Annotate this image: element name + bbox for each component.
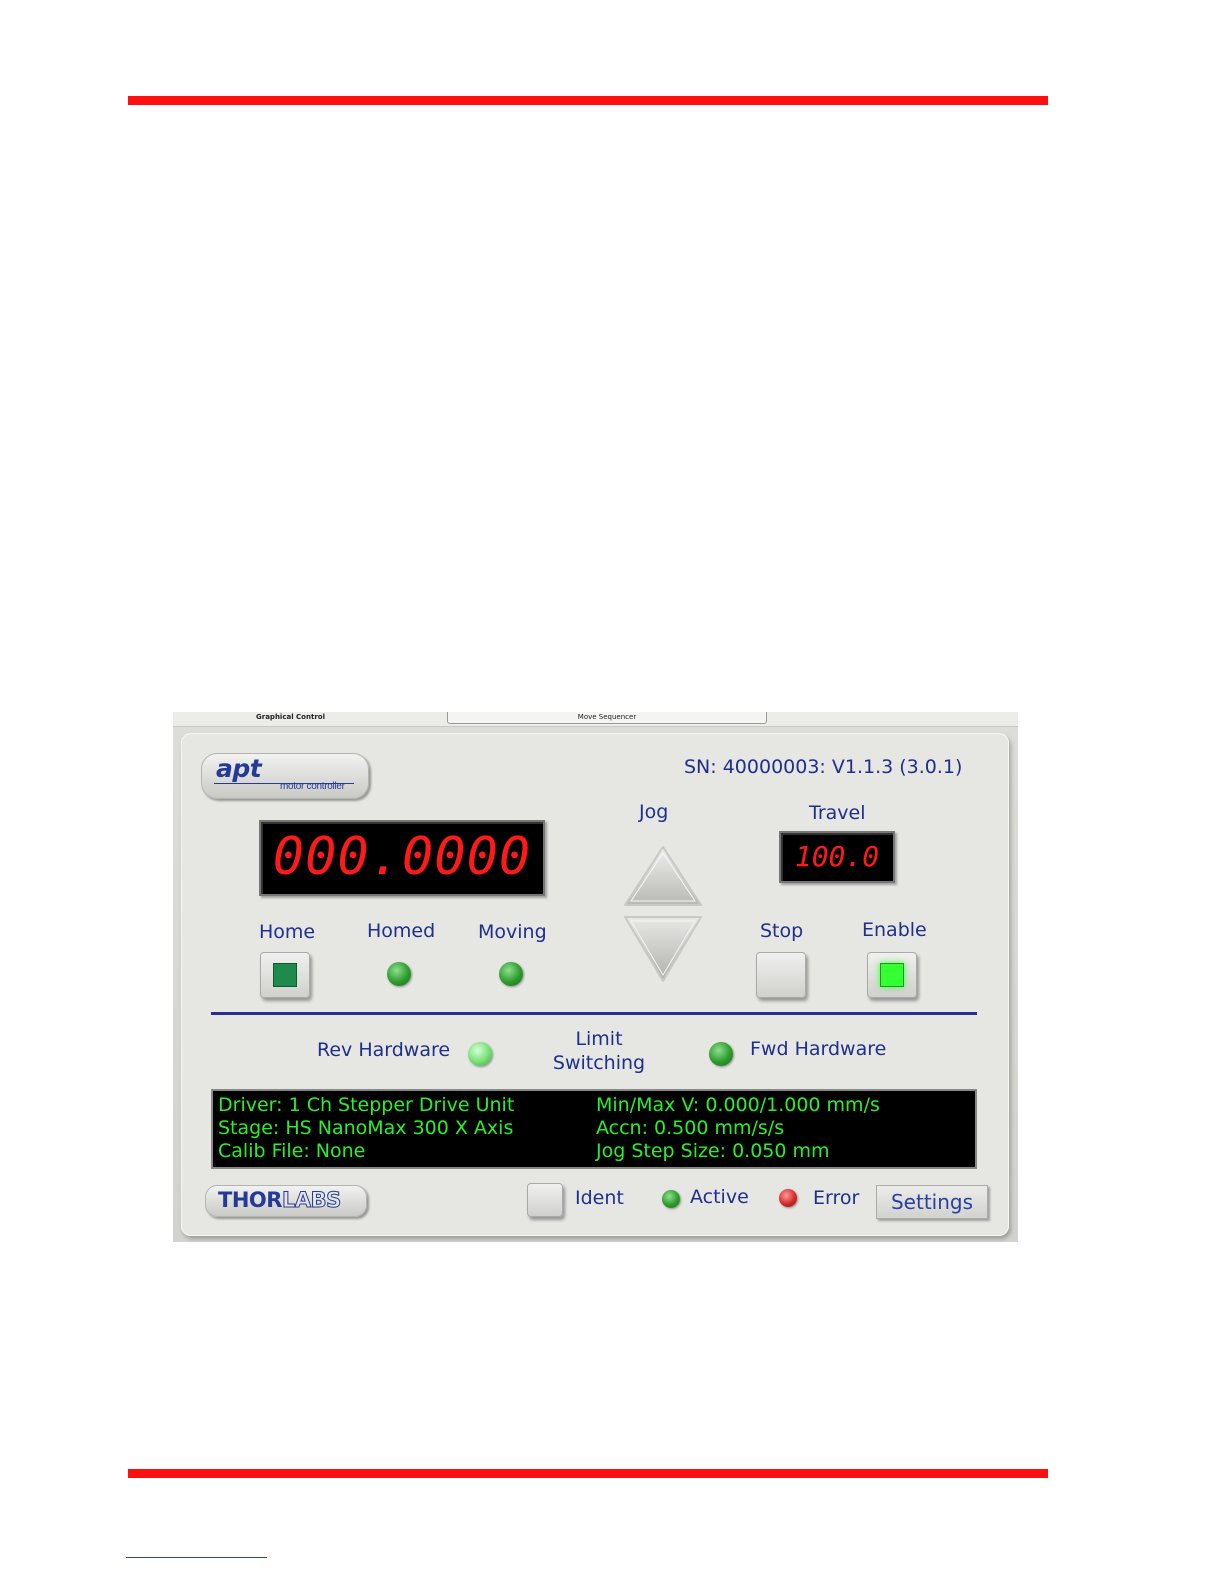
rev-hardware-led	[468, 1042, 492, 1066]
homed-label: Homed	[367, 920, 436, 942]
stop-button[interactable]	[756, 952, 806, 998]
driver-info: Driver: 1 Ch Stepper Drive Unit	[218, 1094, 515, 1116]
travel-display: 100.0	[779, 831, 895, 883]
home-label: Home	[259, 921, 316, 943]
error-led	[779, 1189, 797, 1207]
bottom-red-rule	[128, 1469, 1048, 1478]
tab-move-sequencer[interactable]: Move Sequencer	[447, 712, 767, 724]
panel-inner: apt motor controller SN: 40000003: V1.1.…	[181, 733, 1009, 1236]
thorlabs-logo-labs: LABS	[281, 1188, 341, 1213]
section-divider	[211, 1012, 977, 1015]
active-label: Active	[690, 1186, 749, 1208]
active-led	[662, 1190, 680, 1208]
top-red-rule	[128, 96, 1048, 105]
thorlabs-logo-thor: THOR	[218, 1188, 282, 1212]
home-button[interactable]	[260, 952, 310, 998]
home-indicator	[273, 963, 297, 987]
stop-label: Stop	[760, 920, 804, 942]
serial-number: SN: 40000003: V1.1.3 (3.0.1)	[684, 756, 963, 778]
limit-switching-line1: Limit	[575, 1028, 623, 1050]
tab-graphical-control[interactable]: Graphical Control	[173, 712, 408, 723]
settings-button[interactable]: Settings	[876, 1185, 988, 1219]
thorlabs-logo-text: THORLABS	[218, 1188, 342, 1213]
moving-label: Moving	[478, 921, 547, 943]
limit-switching-line2: Switching	[552, 1052, 646, 1074]
stage-info-display: Driver: 1 Ch Stepper Drive Unit Stage: H…	[211, 1089, 977, 1169]
info-left-column: Driver: 1 Ch Stepper Drive Unit Stage: H…	[218, 1094, 514, 1163]
footer-link-line	[126, 1557, 267, 1558]
stage-info: Stage: HS NanoMax 300 X Axis	[218, 1117, 514, 1139]
calib-info: Calib File: None	[218, 1140, 366, 1162]
jog-step-info: Jog Step Size: 0.050 mm	[596, 1140, 830, 1162]
error-label: Error	[813, 1187, 860, 1209]
thorlabs-logo: THORLABS	[205, 1185, 367, 1217]
limit-switching-title: Limit Switching	[549, 1027, 649, 1075]
ident-label: Ident	[575, 1187, 624, 1209]
apt-logo-subtitle: motor controller	[280, 781, 345, 792]
fwd-hardware-led	[709, 1042, 733, 1066]
moving-led	[499, 962, 523, 986]
ident-button[interactable]	[527, 1183, 563, 1217]
fwd-hardware-label: Fwd Hardware	[750, 1038, 887, 1060]
minmax-velocity-info: Min/Max V: 0.000/1.000 mm/s	[596, 1094, 880, 1116]
jog-up-arrow-icon[interactable]	[621, 843, 705, 909]
enable-button[interactable]	[867, 952, 917, 998]
position-display: 000.0000	[259, 820, 545, 896]
acceleration-info: Accn: 0.500 mm/s/s	[596, 1117, 785, 1139]
homed-led	[387, 962, 411, 986]
enable-indicator	[880, 963, 904, 987]
enable-label: Enable	[862, 919, 927, 941]
travel-label: Travel	[809, 802, 866, 824]
motor-controller-panel: apt motor controller SN: 40000003: V1.1.…	[173, 726, 1018, 1242]
info-right-column: Min/Max V: 0.000/1.000 mm/s Accn: 0.500 …	[596, 1094, 880, 1163]
rev-hardware-label: Rev Hardware	[317, 1039, 451, 1061]
jog-down-arrow-icon[interactable]	[621, 913, 705, 985]
jog-label: Jog	[639, 801, 669, 823]
apt-logo-word: apt	[216, 754, 262, 783]
apt-logo: apt motor controller	[201, 753, 369, 799]
tab-strip: Graphical Control Move Sequencer	[173, 712, 1018, 726]
